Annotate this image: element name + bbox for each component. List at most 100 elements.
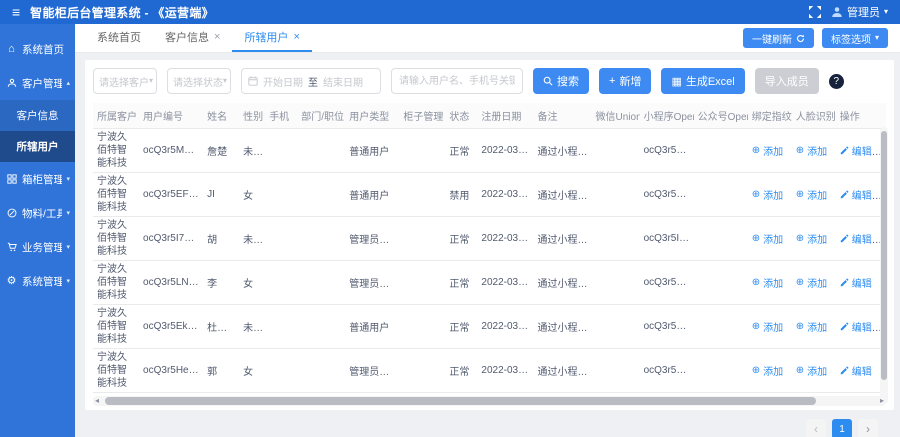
- sidebar-item-materials-tools[interactable]: 物料/工具 ▾: [0, 196, 75, 230]
- col-reg-date: 注册日期: [477, 103, 534, 129]
- sidebar-item-cabinet-management[interactable]: 箱柜管理 ▾: [0, 162, 75, 196]
- app-title: 智能柜后台管理系统 - 《运营端》: [30, 5, 214, 20]
- generate-excel-button[interactable]: ▦ 生成Excel: [661, 68, 745, 94]
- tab-options-button[interactable]: 标签选项 ▾: [821, 28, 888, 48]
- cell-cabinet: [399, 348, 446, 393]
- import-members-button[interactable]: 导入成员: [754, 68, 819, 94]
- fingerprint-add-link[interactable]: ⊕ 添加: [752, 275, 783, 290]
- keyword-input[interactable]: [391, 68, 523, 94]
- calendar-icon: [248, 76, 258, 86]
- cell-dept: [297, 304, 346, 349]
- edit-link[interactable]: 编辑: [840, 187, 872, 202]
- table-row: 宁波久佰特智能科技 ocQ3r5Ek58... 杜正泽 未知 普通用户 正常 2022-03…: [93, 304, 886, 349]
- cell-reg-date: 2022-03-22: [477, 260, 534, 305]
- add-user-button[interactable]: + 新增: [599, 68, 652, 94]
- add-label: 添加: [763, 323, 784, 334]
- cell-user-no: ocQ3r5HeyO...: [139, 348, 204, 393]
- cell-face-bind: ⊕ 添加: [791, 304, 836, 349]
- tab-customer-info[interactable]: 客户信息 ×: [153, 24, 232, 52]
- cell-phone: [265, 304, 298, 349]
- cell-name: JI: [203, 172, 240, 217]
- cell-name: 詹楚: [203, 128, 240, 173]
- search-button[interactable]: 搜索: [533, 68, 589, 94]
- sidebar-item-home[interactable]: ⌂ 系统首页: [0, 32, 75, 66]
- fingerprint-add-link[interactable]: ⊕ 添加: [752, 319, 783, 334]
- next-page-button[interactable]: ›: [858, 419, 878, 437]
- edit-link[interactable]: 编辑: [840, 143, 872, 158]
- tab-managed-users[interactable]: 所辖用户 ×: [232, 24, 312, 52]
- cell-oa-openid: [693, 260, 748, 305]
- date-range-picker[interactable]: 开始日期 至 结束日期: [241, 68, 381, 94]
- add-label: 添加: [763, 147, 784, 158]
- vertical-scrollbar-thumb[interactable]: [881, 131, 887, 381]
- cell-face-bind: ⊕ 添加: [791, 172, 836, 217]
- status-select[interactable]: 请选择状态 ▾: [167, 68, 231, 94]
- horizontal-scrollbar-thumb[interactable]: [105, 397, 816, 405]
- col-cabinet: 柜子管理: [399, 103, 446, 129]
- home-icon: ⌂: [8, 42, 15, 55]
- cell-mp-openid: ocQ3r5I7...: [639, 216, 694, 261]
- edit-link[interactable]: 编辑: [840, 319, 872, 334]
- edit-link[interactable]: 编辑: [840, 363, 872, 378]
- cell-user-type: 普通用户: [345, 128, 400, 173]
- cell-remark: 通过小程序申...: [533, 172, 592, 217]
- face-add-link[interactable]: ⊕ 添加: [796, 143, 827, 158]
- col-face: 人脸识别: [791, 103, 836, 129]
- col-phone: 手机: [265, 103, 298, 129]
- close-icon[interactable]: ×: [293, 31, 299, 43]
- sidebar-item-managed-users[interactable]: 所辖用户: [0, 131, 75, 162]
- horizontal-scrollbar[interactable]: ◂ ▸: [93, 396, 886, 406]
- col-mp-openid: 小程序Openid: [639, 103, 694, 129]
- fullscreen-icon[interactable]: [808, 6, 821, 18]
- cell-customer: 宁波久佰特智能科技: [93, 260, 140, 305]
- cell-mp-openid: ocQ3r5Ek...: [639, 304, 694, 349]
- col-user-no: 用户编号: [139, 103, 204, 129]
- face-add-link[interactable]: ⊕ 添加: [796, 275, 827, 290]
- add-label: 添加: [763, 191, 784, 202]
- face-add-link[interactable]: ⊕ 添加: [796, 231, 827, 246]
- vertical-scrollbar[interactable]: [880, 127, 888, 404]
- edit-link[interactable]: 编辑: [840, 231, 872, 246]
- table-row: 宁波久佰特智能科技ocQ3r5EFFC...JI女 普通用户禁用2022-03-2…: [93, 172, 886, 217]
- cell-fingerprint-bind: ⊕ 添加: [747, 172, 792, 217]
- face-add-link[interactable]: ⊕ 添加: [796, 363, 827, 378]
- prev-page-button[interactable]: ‹: [806, 419, 826, 437]
- scroll-right-icon[interactable]: ▸: [880, 397, 884, 405]
- face-add-link[interactable]: ⊕ 添加: [796, 319, 827, 334]
- date-start-placeholder: 开始日期: [263, 77, 303, 89]
- cell-gender: 未知: [239, 216, 266, 261]
- tabbar: 系统首页 客户信息 × 所辖用户 × 一键刷新 标签选项 ▾: [75, 24, 900, 53]
- refresh-button[interactable]: 一键刷新: [742, 28, 814, 48]
- cell-mp-openid: ocQ3r5Mh...: [639, 128, 694, 173]
- cell-status: 正常: [445, 260, 478, 305]
- fingerprint-add-link[interactable]: ⊕ 添加: [752, 231, 783, 246]
- cell-unionid: [591, 348, 640, 393]
- user-menu[interactable]: 管理员 ▾: [831, 4, 888, 20]
- cell-fingerprint-bind: ⊕ 添加: [747, 260, 792, 305]
- add-label: 添加: [807, 147, 828, 158]
- page-1-button[interactable]: 1: [832, 419, 852, 437]
- circle-plus-icon: ⊕: [795, 365, 805, 376]
- cell-face-bind: ⊕ 添加: [791, 216, 836, 261]
- face-add-link[interactable]: ⊕ 添加: [796, 187, 827, 202]
- tab-home[interactable]: 系统首页: [85, 24, 153, 52]
- cell-face-bind: ⊕ 添加: [791, 348, 836, 393]
- date-separator: 至: [308, 77, 318, 89]
- sidebar-submenu-customer: 客户信息 所辖用户: [0, 100, 75, 162]
- close-icon[interactable]: ×: [214, 31, 220, 43]
- sidebar-item-customer-info[interactable]: 客户信息: [0, 100, 75, 131]
- fingerprint-add-link[interactable]: ⊕ 添加: [752, 187, 783, 202]
- sidebar-item-business-management[interactable]: 业务管理 ▾: [0, 230, 75, 264]
- cell-dept: [297, 260, 346, 305]
- edit-link[interactable]: 编辑: [840, 275, 872, 290]
- customer-select[interactable]: 请选择客户 ▾: [93, 68, 157, 94]
- sidebar-item-system-management[interactable]: ⚙ 系统管理 ▾: [0, 264, 75, 298]
- sidebar-item-customer-management[interactable]: 客户管理 ▴: [0, 66, 75, 100]
- fingerprint-add-link[interactable]: ⊕ 添加: [752, 143, 783, 158]
- scroll-left-icon[interactable]: ◂: [95, 397, 99, 405]
- fingerprint-add-link[interactable]: ⊕ 添加: [752, 363, 783, 378]
- cell-oa-openid: [693, 304, 748, 349]
- help-icon[interactable]: ?: [828, 73, 844, 89]
- menu-icon[interactable]: ≡: [12, 5, 20, 19]
- search-icon: [543, 76, 553, 86]
